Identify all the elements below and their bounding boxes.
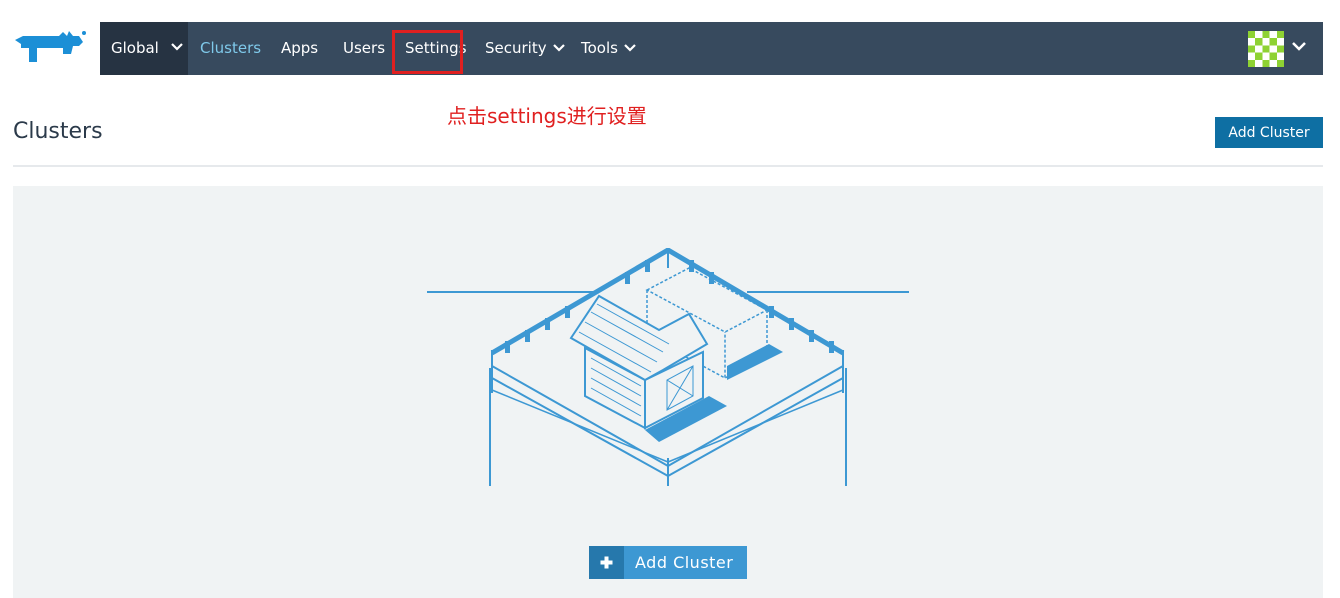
chevron-down-icon[interactable]: [1291, 40, 1307, 52]
chevron-down-icon: [624, 43, 636, 52]
nav-item-apps[interactable]: Apps: [281, 22, 318, 75]
rancher-logo-icon[interactable]: [13, 30, 87, 68]
identicon-avatar-icon[interactable]: [1248, 31, 1284, 67]
farm-barn-illustration-icon: [427, 248, 909, 486]
nav-item-tools-label: Tools: [581, 39, 618, 57]
nav-item-tools[interactable]: Tools: [581, 22, 636, 75]
nav-item-security-label: Security: [485, 39, 547, 57]
add-cluster-main-label: Add Cluster: [635, 553, 734, 572]
empty-state-panel: Add Cluster: [13, 186, 1323, 598]
page-title: Clusters: [13, 119, 103, 144]
chevron-down-icon: [552, 43, 565, 52]
top-navigation-bar: Global Clusters Apps Users Settings Secu…: [100, 22, 1323, 75]
global-scope-menu[interactable]: Global: [100, 22, 188, 75]
add-cluster-button[interactable]: Add Cluster: [1215, 117, 1323, 148]
nav-item-clusters[interactable]: Clusters: [200, 22, 261, 75]
nav-item-users[interactable]: Users: [343, 22, 385, 75]
plus-icon: [589, 546, 624, 579]
global-menu-label[interactable]: Global: [111, 22, 159, 75]
header-divider: [13, 165, 1323, 167]
annotation-text: 点击settings进行设置: [447, 104, 647, 128]
nav-item-security[interactable]: Security: [485, 22, 565, 75]
add-cluster-main-button[interactable]: Add Cluster: [589, 546, 747, 579]
chevron-down-icon: [171, 43, 183, 51]
settings-highlight-box: [392, 30, 463, 74]
user-menu[interactable]: [1231, 22, 1323, 75]
